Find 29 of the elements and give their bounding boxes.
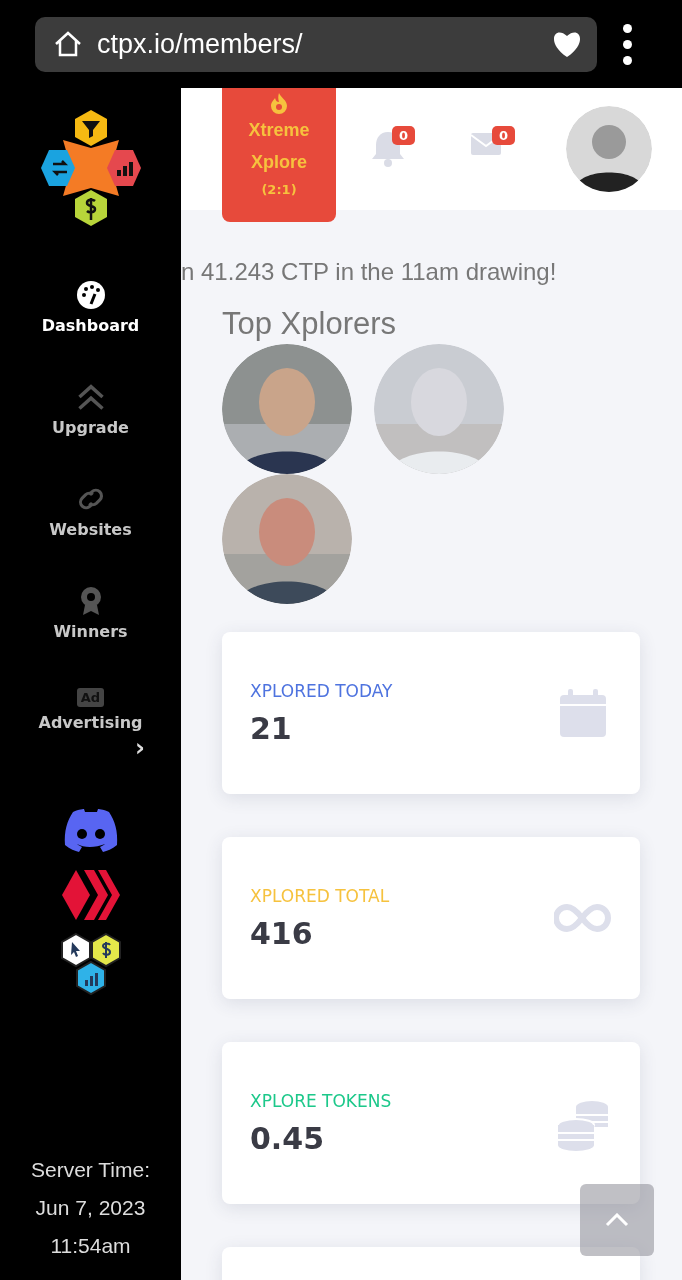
- nav-item[interactable]: Upgrade: [52, 418, 129, 437]
- message-count: 0: [492, 126, 516, 145]
- stat-value: 0.45: [250, 1120, 326, 1156]
- notification-count: 0: [392, 126, 416, 145]
- stat-label: XPLORED TODAY: [250, 680, 394, 701]
- url-text: ctpx.io/members/: [97, 28, 304, 60]
- server-date: Jun 7, 2023: [35, 1196, 146, 1220]
- menu-icon[interactable]: [623, 23, 632, 65]
- chevron-right-icon[interactable]: ›: [135, 738, 145, 758]
- hive-icon[interactable]: [61, 870, 120, 920]
- stat-value: 416: [250, 915, 314, 951]
- stat-label: XPLORE TOKENS: [250, 1090, 393, 1111]
- home-icon[interactable]: [53, 30, 83, 58]
- nav-item[interactable]: Websites: [49, 520, 132, 539]
- nav-item[interactable]: Dashboard: [41, 316, 140, 335]
- stat-value: 21: [250, 710, 293, 746]
- user-avatar[interactable]: [566, 106, 652, 192]
- server-time-label: Server Time:: [31, 1158, 150, 1182]
- chevron-up-icon: [605, 1213, 629, 1227]
- section-title: Top Xplorers: [222, 306, 398, 342]
- server-time: 11:54am: [50, 1234, 131, 1258]
- stat-label: XPLORED TOTAL: [250, 885, 391, 906]
- gauge-icon: [75, 280, 106, 310]
- heart-icon[interactable]: [551, 30, 583, 58]
- nav-item[interactable]: Winners: [53, 622, 128, 641]
- address-bar[interactable]: ctpx.io/members/: [35, 16, 597, 72]
- ticker-text: n 41.243 CTP in the 11am drawing!: [181, 258, 558, 286]
- nav-item[interactable]: Advertising: [38, 713, 143, 732]
- flame-icon: [269, 92, 289, 114]
